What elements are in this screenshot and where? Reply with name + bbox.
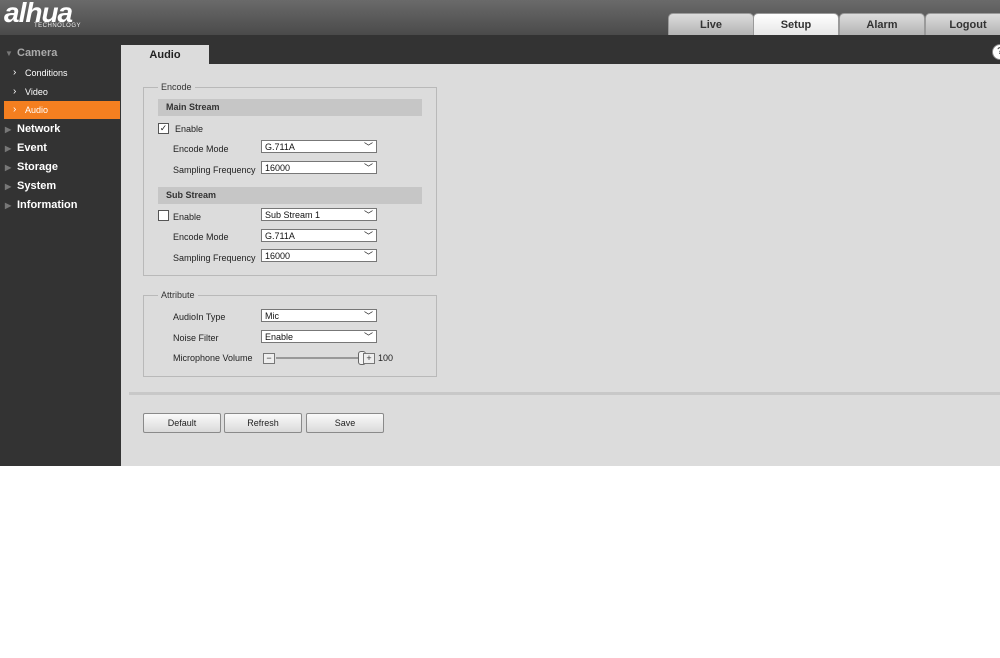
- help-icon[interactable]: ?: [992, 44, 1000, 60]
- sub-encode-mode-label: Encode Mode: [173, 232, 229, 242]
- audioin-type-select[interactable]: Mic ﹀: [261, 309, 377, 322]
- sidebar-group-label: System: [17, 180, 57, 192]
- logo-subtitle: TECHNOLOGY: [34, 23, 82, 29]
- main-encode-mode-label: Encode Mode: [173, 144, 229, 154]
- main-encode-mode-select[interactable]: G.711A ﹀: [261, 140, 377, 153]
- main-stream-heading: Main Stream: [158, 99, 422, 116]
- sidebar-group-label: Storage: [17, 161, 58, 173]
- sub-sampling-label: Sampling Frequency: [173, 253, 256, 263]
- chevron-down-icon: ﹀: [363, 311, 373, 321]
- sidebar-item-audio[interactable]: › Audio: [4, 101, 120, 119]
- sidebar-group-camera[interactable]: ▼ Camera: [0, 44, 121, 63]
- caret-right-icon: ▶: [5, 125, 12, 134]
- sub-stream-select[interactable]: Sub Stream 1 ﹀: [261, 208, 377, 221]
- sidebar-group-label: Network: [17, 123, 61, 135]
- caret-right-icon: ▶: [5, 163, 12, 172]
- page-tab-audio[interactable]: Audio: [121, 45, 209, 64]
- attribute-group: Attribute AudioIn Type Mic ﹀ Noise Filte…: [143, 289, 437, 377]
- audioin-type-label: AudioIn Type: [173, 312, 226, 322]
- caret-right-icon: ▶: [5, 201, 12, 210]
- app-window: alhua TECHNOLOGY Live Setup Alarm Logout…: [0, 0, 1000, 466]
- content-panel: Audio ? Encode Main Stream ✓ Enable Enco…: [121, 35, 1000, 466]
- sidebar-group-information[interactable]: ▶ Information: [0, 196, 121, 215]
- content-tab-bar: Audio ?: [121, 35, 1000, 64]
- noise-filter-select[interactable]: Enable ﹀: [261, 330, 377, 343]
- main-sampling-label: Sampling Frequency: [173, 165, 256, 175]
- volume-value: 100: [378, 353, 394, 363]
- select-value: Enable: [265, 332, 294, 342]
- caret-right-icon: ▶: [5, 182, 12, 191]
- sub-stream-heading: Sub Stream: [158, 187, 422, 204]
- sidebar-group-label: Information: [17, 199, 78, 211]
- sidebar-group-storage[interactable]: ▶ Storage: [0, 158, 121, 177]
- encode-group: Encode Main Stream ✓ Enable Encode Mode …: [143, 81, 437, 276]
- select-value: 16000: [265, 163, 291, 173]
- sidebar-item-video[interactable]: › Video: [4, 83, 120, 101]
- select-value: Sub Stream 1: [265, 210, 321, 220]
- caret-right-icon: ▶: [5, 144, 12, 153]
- sidebar-item-label: Video: [25, 87, 48, 97]
- main-stream-enable-label: Enable: [175, 124, 204, 134]
- volume-decrease-button[interactable]: −: [263, 353, 275, 364]
- refresh-button[interactable]: Refresh: [224, 413, 302, 433]
- chevron-down-icon: ﹀: [363, 231, 373, 241]
- chevron-down-icon: ﹀: [363, 332, 373, 342]
- chevron-right-icon: ›: [13, 104, 17, 115]
- tab-live[interactable]: Live: [668, 13, 754, 35]
- sidebar-item-label: Conditions: [25, 68, 68, 78]
- select-value: G.711A: [265, 231, 295, 241]
- chevron-down-icon: ﹀: [363, 142, 373, 152]
- sub-encode-mode-select[interactable]: G.711A ﹀: [261, 229, 377, 242]
- encode-legend: Encode: [158, 81, 195, 93]
- tab-setup[interactable]: Setup: [753, 13, 839, 35]
- volume-increase-button[interactable]: +: [363, 353, 375, 364]
- main-stream-enable-checkbox[interactable]: ✓: [158, 123, 169, 134]
- sub-stream-enable-label: Enable: [173, 212, 202, 222]
- chevron-down-icon: ﹀: [363, 163, 373, 173]
- sidebar-group-network[interactable]: ▶ Network: [0, 120, 121, 139]
- select-value: G.711A: [265, 142, 295, 152]
- sidebar-group-system[interactable]: ▶ System: [0, 177, 121, 196]
- sidebar: ▼ Camera › Conditions › Video › Audio ▶ …: [0, 35, 121, 466]
- top-header: alhua TECHNOLOGY Live Setup Alarm Logout: [0, 0, 1000, 35]
- attribute-legend: Attribute: [158, 289, 198, 301]
- select-value: 16000: [265, 251, 291, 261]
- tab-alarm[interactable]: Alarm: [839, 13, 925, 35]
- caret-down-icon: ▼: [5, 49, 13, 58]
- chevron-right-icon: ›: [13, 67, 17, 78]
- select-value: Mic: [265, 311, 279, 321]
- tab-logout[interactable]: Logout: [925, 13, 1000, 35]
- sidebar-item-label: Audio: [25, 105, 49, 115]
- chevron-right-icon: ›: [13, 86, 17, 97]
- sidebar-group-event[interactable]: ▶ Event: [0, 139, 121, 158]
- sub-stream-enable-checkbox[interactable]: [158, 210, 169, 221]
- default-button[interactable]: Default: [143, 413, 221, 433]
- sidebar-group-label: Camera: [17, 47, 58, 59]
- dahua-logo: alhua TECHNOLOGY: [4, 0, 81, 29]
- section-divider: [129, 392, 1000, 395]
- sub-sampling-select[interactable]: 16000 ﹀: [261, 249, 377, 262]
- chevron-down-icon: ﹀: [363, 251, 373, 261]
- sidebar-group-label: Event: [17, 142, 47, 154]
- main-sampling-select[interactable]: 16000 ﹀: [261, 161, 377, 174]
- sidebar-item-conditions[interactable]: › Conditions: [4, 64, 120, 82]
- chevron-down-icon: ﹀: [363, 210, 373, 220]
- save-button[interactable]: Save: [306, 413, 384, 433]
- mic-volume-label: Microphone Volume: [173, 353, 253, 363]
- noise-filter-label: Noise Filter: [173, 333, 219, 343]
- volume-slider-track[interactable]: [276, 357, 362, 359]
